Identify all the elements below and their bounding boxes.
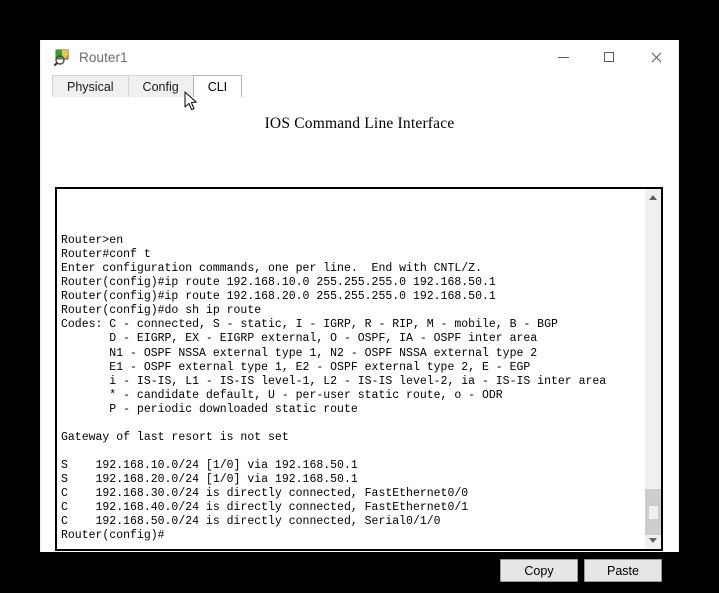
window-controls (540, 40, 678, 74)
chevron-up-icon (649, 195, 657, 200)
desktop-background: Router1 Physical Config CLI IOS Command … (0, 0, 719, 593)
router-cli-window: Router1 Physical Config CLI IOS Command … (40, 40, 679, 582)
tab-physical[interactable]: Physical (52, 75, 129, 97)
scrollbar-thumb[interactable] (645, 489, 661, 535)
tab-bar: Physical Config CLI (41, 74, 678, 97)
window-titlebar[interactable]: Router1 (41, 40, 678, 74)
terminal-scrollbar[interactable] (644, 189, 661, 549)
minimize-icon (557, 56, 569, 58)
router-device-icon (53, 48, 71, 67)
tab-cli[interactable]: CLI (192, 75, 243, 97)
maximize-icon (604, 52, 614, 62)
terminal-text: Router>en Router#conf t Enter configurat… (61, 234, 607, 543)
terminal-output-area[interactable]: Router>en Router#conf t Enter configurat… (57, 189, 644, 549)
copy-button[interactable]: Copy (500, 559, 578, 582)
action-button-row: Copy Paste (41, 559, 678, 589)
window-title: Router1 (79, 49, 128, 65)
minimize-button[interactable] (540, 40, 586, 74)
panel-title: IOS Command Line Interface (264, 115, 455, 132)
scroll-down-button[interactable] (645, 532, 661, 549)
scrollbar-thumb-grip (649, 506, 658, 519)
chevron-down-icon (649, 538, 657, 543)
paste-button[interactable]: Paste (584, 559, 662, 582)
close-button[interactable] (632, 40, 678, 74)
terminal-container: Router>en Router#conf t Enter configurat… (55, 187, 663, 551)
cli-panel: IOS Command Line Interface Router>en Rou… (41, 97, 678, 582)
close-icon (650, 52, 661, 63)
tab-config[interactable]: Config (127, 75, 194, 97)
maximize-button[interactable] (586, 40, 632, 74)
scroll-up-button[interactable] (645, 189, 661, 206)
